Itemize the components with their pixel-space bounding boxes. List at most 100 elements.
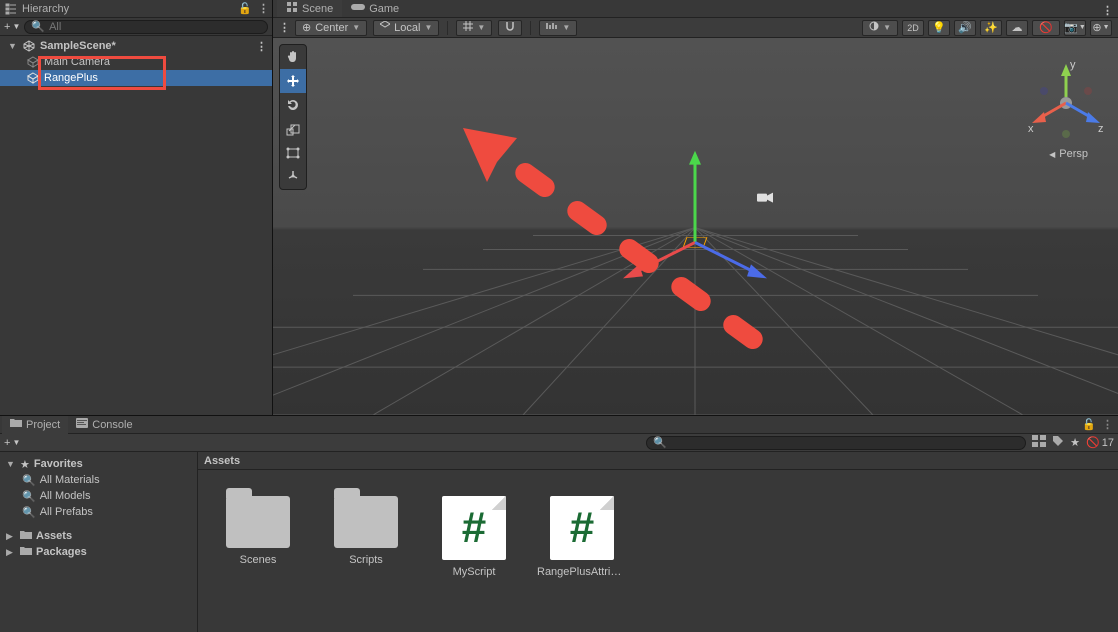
light-icon: 💡 <box>932 21 946 34</box>
folder-icon <box>334 496 398 548</box>
folder-icon <box>20 530 32 543</box>
star-icon: ★ <box>20 458 30 471</box>
foldout-icon[interactable]: ▼ <box>6 459 16 469</box>
increment-snap-button[interactable]: ▼ <box>539 20 577 36</box>
tab-console[interactable]: Console <box>68 416 140 434</box>
fx-icon: ✨ <box>984 21 998 34</box>
perspective-label[interactable]: ◀ Persp <box>1049 148 1088 160</box>
save-search-icon[interactable]: ★ <box>1070 436 1080 449</box>
separator <box>447 21 448 35</box>
shading-icon <box>869 21 879 34</box>
tab-project[interactable]: Project <box>2 416 68 434</box>
hierarchy-lock-icon[interactable]: 🔓 <box>238 2 252 15</box>
caret-icon: ▼ <box>562 23 570 32</box>
asset-script[interactable]: # MyScript <box>434 496 514 606</box>
scene-panel-menu-icon[interactable]: ⋮ <box>1102 4 1112 17</box>
ruler-icon <box>546 21 558 34</box>
move-tool[interactable] <box>280 69 306 93</box>
caret-icon: ▼ <box>883 23 891 32</box>
favorite-item[interactable]: 🔍All Materials <box>0 472 197 488</box>
project-toolbar: +▼ 🔍 ★ 🚫17 <box>0 434 1118 452</box>
fx-toggle-button[interactable]: ✨ <box>980 20 1002 36</box>
scene-tools <box>279 44 307 190</box>
shading-mode-button[interactable]: ▼ <box>862 20 898 36</box>
cloud-icon: ☁ <box>1012 21 1023 34</box>
hidden-toggle-button[interactable]: 🚫 <box>1032 20 1060 36</box>
create-dropdown[interactable]: +▼ <box>4 21 20 33</box>
gizmos-button[interactable]: ⊕▼ <box>1090 20 1112 36</box>
hierarchy-toolbar: +▼ 🔍 All <box>0 18 272 36</box>
search-icon: 🔍 <box>22 506 36 519</box>
camera-icon: 📷 <box>1064 21 1078 34</box>
asset-folder[interactable]: Scenes <box>218 496 298 606</box>
pivot-mode-button[interactable]: ⊕ Center ▼ <box>295 20 367 36</box>
tab-scene[interactable]: Scene <box>277 0 342 17</box>
rotate-tool[interactable] <box>280 93 306 117</box>
project-panel: Project Console 🔓 ⋮ +▼ 🔍 <box>0 416 1118 632</box>
project-tree: ▼ ★ Favorites 🔍All Materials 🔍All Models… <box>0 452 198 632</box>
gameobject-label: RangePlus <box>44 72 98 84</box>
2d-toggle-button[interactable]: 2D <box>902 20 924 36</box>
audio-toggle-button[interactable]: 🔊 <box>954 20 976 36</box>
rect-tool[interactable] <box>280 141 306 165</box>
foldout-icon[interactable]: ▼ <box>8 41 18 51</box>
favorite-item[interactable]: 🔍All Prefabs <box>0 504 197 520</box>
space-mode-button[interactable]: Local ▼ <box>373 20 439 36</box>
favorite-item[interactable]: 🔍All Models <box>0 488 197 504</box>
folder-icon <box>20 546 32 559</box>
magnet-icon <box>505 21 515 34</box>
breadcrumb[interactable]: Assets <box>198 452 1118 470</box>
search-icon: 🔍 <box>22 490 36 503</box>
scene-row[interactable]: ▼ SampleScene* ⋮ <box>0 38 272 54</box>
project-tabs: Project Console 🔓 ⋮ <box>0 416 1118 434</box>
asset-folder[interactable]: Scripts <box>326 496 406 606</box>
gameobject-row[interactable]: Main Camera <box>0 54 272 70</box>
csharp-script-icon: # <box>550 496 614 560</box>
project-lock-icon[interactable]: 🔓 <box>1082 418 1096 431</box>
hierarchy-menu-icon[interactable]: ⋮ <box>258 2 268 15</box>
gameobject-icon <box>26 72 40 84</box>
audio-icon: 🔊 <box>958 21 972 34</box>
snap-settings-button[interactable] <box>498 20 522 36</box>
hierarchy-title: Hierarchy <box>22 3 69 15</box>
packages-root[interactable]: ▶ Packages <box>0 544 197 560</box>
favorites-header[interactable]: ▼ ★ Favorites <box>0 456 197 472</box>
gizmos-icon: ⊕ <box>1092 21 1101 34</box>
foldout-icon[interactable]: ▶ <box>6 531 16 542</box>
scene-viewport[interactable]: y x z <box>273 38 1118 415</box>
hidden-eye-icon: 🚫 <box>1086 436 1100 449</box>
caret-left-icon: ◀ <box>1049 150 1055 159</box>
tab-game[interactable]: Game <box>342 0 408 17</box>
create-dropdown[interactable]: +▼ <box>4 437 20 449</box>
gameobject-row-selected[interactable]: RangePlus <box>0 70 272 86</box>
grid-snap-button[interactable]: ▼ <box>456 20 492 36</box>
assets-root[interactable]: ▶ Assets <box>0 528 197 544</box>
separator <box>530 21 531 35</box>
asset-script[interactable]: # RangePlusAttribu... <box>542 496 622 606</box>
skybox-toggle-button[interactable]: ☁ <box>1006 20 1028 36</box>
caret-icon: ▼ <box>352 23 360 32</box>
lighting-toggle-button[interactable]: 💡 <box>928 20 950 36</box>
hand-tool[interactable] <box>280 45 306 69</box>
search-by-type-icon[interactable] <box>1032 435 1046 450</box>
scene-panel: Scene Game ⋮ ⋮ ⊕ Center ▼ <box>273 0 1118 415</box>
camera-settings-button[interactable]: 📷▼ <box>1064 20 1086 36</box>
hierarchy-search[interactable]: 🔍 All <box>24 20 268 34</box>
project-search[interactable]: 🔍 <box>646 436 1026 450</box>
folder-icon <box>226 496 290 548</box>
project-menu-icon[interactable]: ⋮ <box>1102 418 1112 431</box>
search-icon: 🔍 <box>653 436 667 449</box>
hidden-count[interactable]: 🚫17 <box>1086 436 1114 449</box>
grid-icon <box>463 21 473 34</box>
transform-tool[interactable] <box>280 165 306 189</box>
hidden-icon: 🚫 <box>1039 21 1053 34</box>
hierarchy-icon <box>4 3 18 15</box>
scene-menu-icon[interactable]: ⋮ <box>256 40 266 53</box>
scene-toolbar-menu-icon[interactable]: ⋮ <box>279 21 289 34</box>
search-icon: 🔍 <box>31 20 45 33</box>
scale-tool[interactable] <box>280 117 306 141</box>
game-tab-icon <box>351 2 365 15</box>
search-by-label-icon[interactable] <box>1052 435 1064 450</box>
foldout-icon[interactable]: ▶ <box>6 547 16 558</box>
caret-icon: ▼ <box>424 23 432 32</box>
